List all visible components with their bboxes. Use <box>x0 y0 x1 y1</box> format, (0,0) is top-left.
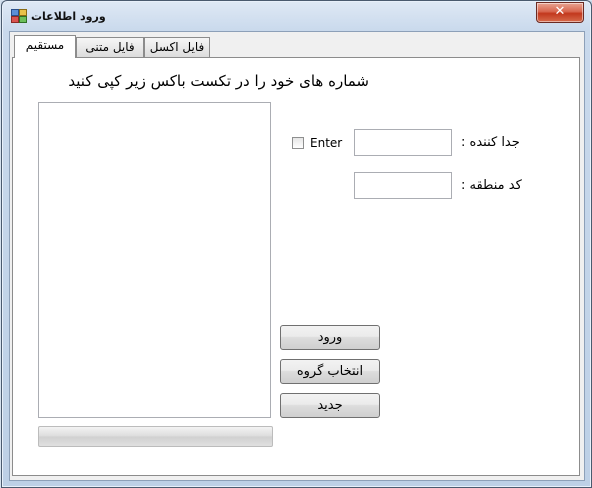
enter-checkbox-label[interactable]: Enter <box>310 136 342 150</box>
form-client-area: مستقیم فایل متنی فایل اکسل شماره های خود… <box>9 31 585 481</box>
enter-checkbox[interactable] <box>292 137 304 149</box>
title-bar[interactable]: ورود اطلاعات ✕ <box>2 1 591 31</box>
separator-label: جدا کننده : <box>461 135 520 150</box>
tab-direct[interactable]: مستقیم <box>14 35 76 58</box>
area-code-field[interactable] <box>354 172 452 199</box>
instruction-text: شماره های خود را در تکست باکس زیر کپی کن… <box>68 72 369 90</box>
enter-button[interactable]: ورود <box>280 325 380 350</box>
area-code-label: کد منطقه : <box>461 178 522 193</box>
close-icon: ✕ <box>554 4 566 19</box>
close-button[interactable]: ✕ <box>536 2 584 23</box>
progress-bar <box>38 426 273 447</box>
tab-text-file[interactable]: فایل متنی <box>76 37 144 57</box>
window-title: ورود اطلاعات <box>31 10 106 23</box>
form-window-icon <box>11 9 27 23</box>
select-group-button[interactable]: انتخاب گروه <box>280 359 380 384</box>
direct-tab-page: شماره های خود را در تکست باکس زیر کپی کن… <box>12 57 580 476</box>
data-entry-window: ورود اطلاعات ✕ مستقیم فایل متنی فایل اکس… <box>1 0 592 488</box>
tab-excel-file[interactable]: فایل اکسل <box>144 37 210 57</box>
new-button[interactable]: جدید <box>280 393 380 418</box>
numbers-textbox[interactable] <box>38 102 271 418</box>
separator-field[interactable] <box>354 129 452 156</box>
